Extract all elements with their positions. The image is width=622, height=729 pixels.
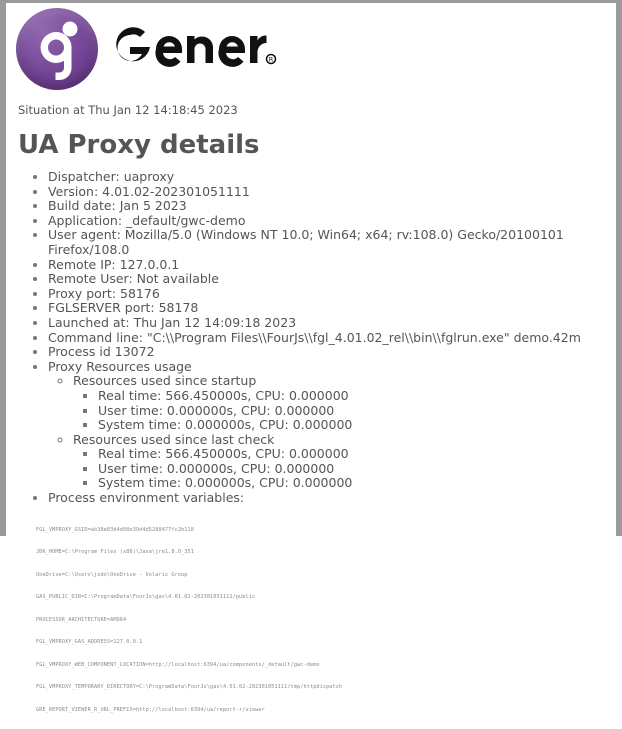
genero-g-glyph-icon — [40, 21, 78, 80]
env-var-line: FGL_VMPROXY_GAS_ADDRESS=127.0.0.1 — [36, 639, 143, 646]
detail-item: Version: 4.01.02-202301051111 — [48, 184, 610, 200]
resources-metric: System time: 0.000000s, CPU: 0.000000 — [98, 476, 610, 491]
detail-item: User agent: Mozilla/5.0 (Windows NT 10.0… — [48, 228, 610, 257]
genero-wordmark: R — [116, 27, 277, 67]
env-var-line: FGL_VMPROXY_WEB_COMPONENT_LOCATION=http:… — [36, 661, 320, 668]
env-var-line: GAS_PUBLIC_DIR=C:\ProgramData\FourJs\gas… — [36, 594, 256, 601]
env-var-line: OneDrive=C:\Users\jodo\OneDrive - Volari… — [36, 571, 188, 578]
proxy-details-list: Dispatcher: uaproxy Version: 4.01.02-202… — [10, 169, 610, 506]
resources-metric: User time: 0.000000s, CPU: 0.000000 — [98, 461, 610, 477]
environment-variables-block: FGL_VMPROXY_GSID=ab38e83d4d08e39d4d52884… — [36, 512, 610, 729]
uaproxy-details-page: R Situation at Thu Jan 12 14:18:45 2023 … — [0, 0, 622, 713]
detail-item: Build date: Jan 5 2023 — [48, 199, 610, 214]
detail-item: Remote User: Not available — [48, 272, 610, 287]
resources-metric: System time: 0.000000s, CPU: 0.000000 — [98, 417, 610, 433]
brand-header: R — [10, 3, 610, 99]
env-var-line: FGL_VMPROXY_GSID=ab38e83d4d08e39d4d52884… — [36, 526, 194, 533]
svg-text:R: R — [269, 56, 274, 64]
detail-item: Dispatcher: uaproxy — [48, 169, 610, 185]
situation-timestamp: Situation at Thu Jan 12 14:18:45 2023 — [18, 103, 238, 117]
resources-usage-label: Proxy Resources usage — [48, 358, 192, 374]
env-var-line: GRE_REPORT_VIEWER_R_URL_PREFIX=http://lo… — [36, 706, 265, 713]
resources-group: Resources used since startup Real time: … — [73, 374, 610, 432]
resources-group-label: Resources used since last check — [73, 431, 275, 447]
resources-group-list: Resources used since startup Real time: … — [48, 374, 610, 491]
detail-item: Command line: "C:\\Program Files\\FourJs… — [48, 330, 610, 346]
detail-item: FGLSERVER port: 58178 — [48, 301, 610, 316]
resources-metric: User time: 0.000000s, CPU: 0.000000 — [98, 403, 610, 419]
resources-group: Resources used since last check Real tim… — [73, 431, 610, 491]
env-var-line: JDK_HOME=C:\Program Files (x86)\Java\jre… — [36, 549, 194, 556]
detail-item: Remote IP: 127.0.0.1 — [48, 257, 610, 273]
resources-metric: Real time: 566.450000s, CPU: 0.000000 — [98, 447, 610, 462]
detail-item: Process id 13072 — [48, 345, 610, 360]
resources-metric-list: Real time: 566.450000s, CPU: 0.000000 Us… — [73, 447, 610, 491]
detail-item: Application: _default/gwc-demo — [48, 213, 610, 229]
resources-usage-section: Proxy Resources usage Resources used sin… — [48, 358, 610, 491]
page-content: R Situation at Thu Jan 12 14:18:45 2023 … — [6, 3, 616, 729]
resources-group-label: Resources used since startup — [73, 373, 257, 389]
page-title: UA Proxy details — [18, 130, 260, 160]
resources-metric: Real time: 566.450000s, CPU: 0.000000 — [98, 388, 610, 404]
environment-label: Process environment variables: — [48, 490, 245, 506]
resources-metric-list: Real time: 566.450000s, CPU: 0.000000 Us… — [73, 388, 610, 433]
detail-item: Proxy port: 58176 — [48, 286, 610, 302]
genero-g-logo-icon — [16, 8, 98, 90]
env-var-line: FGL_VMPROXY_TEMPORARY_DIRECTORY=C:\Progr… — [36, 684, 343, 691]
detail-item: Launched at: Thu Jan 12 14:09:18 2023 — [48, 315, 610, 331]
environment-section: Process environment variables: — [48, 490, 610, 506]
env-var-line: PROCESSOR_ARCHITECTURE=AMD64 — [36, 616, 127, 623]
